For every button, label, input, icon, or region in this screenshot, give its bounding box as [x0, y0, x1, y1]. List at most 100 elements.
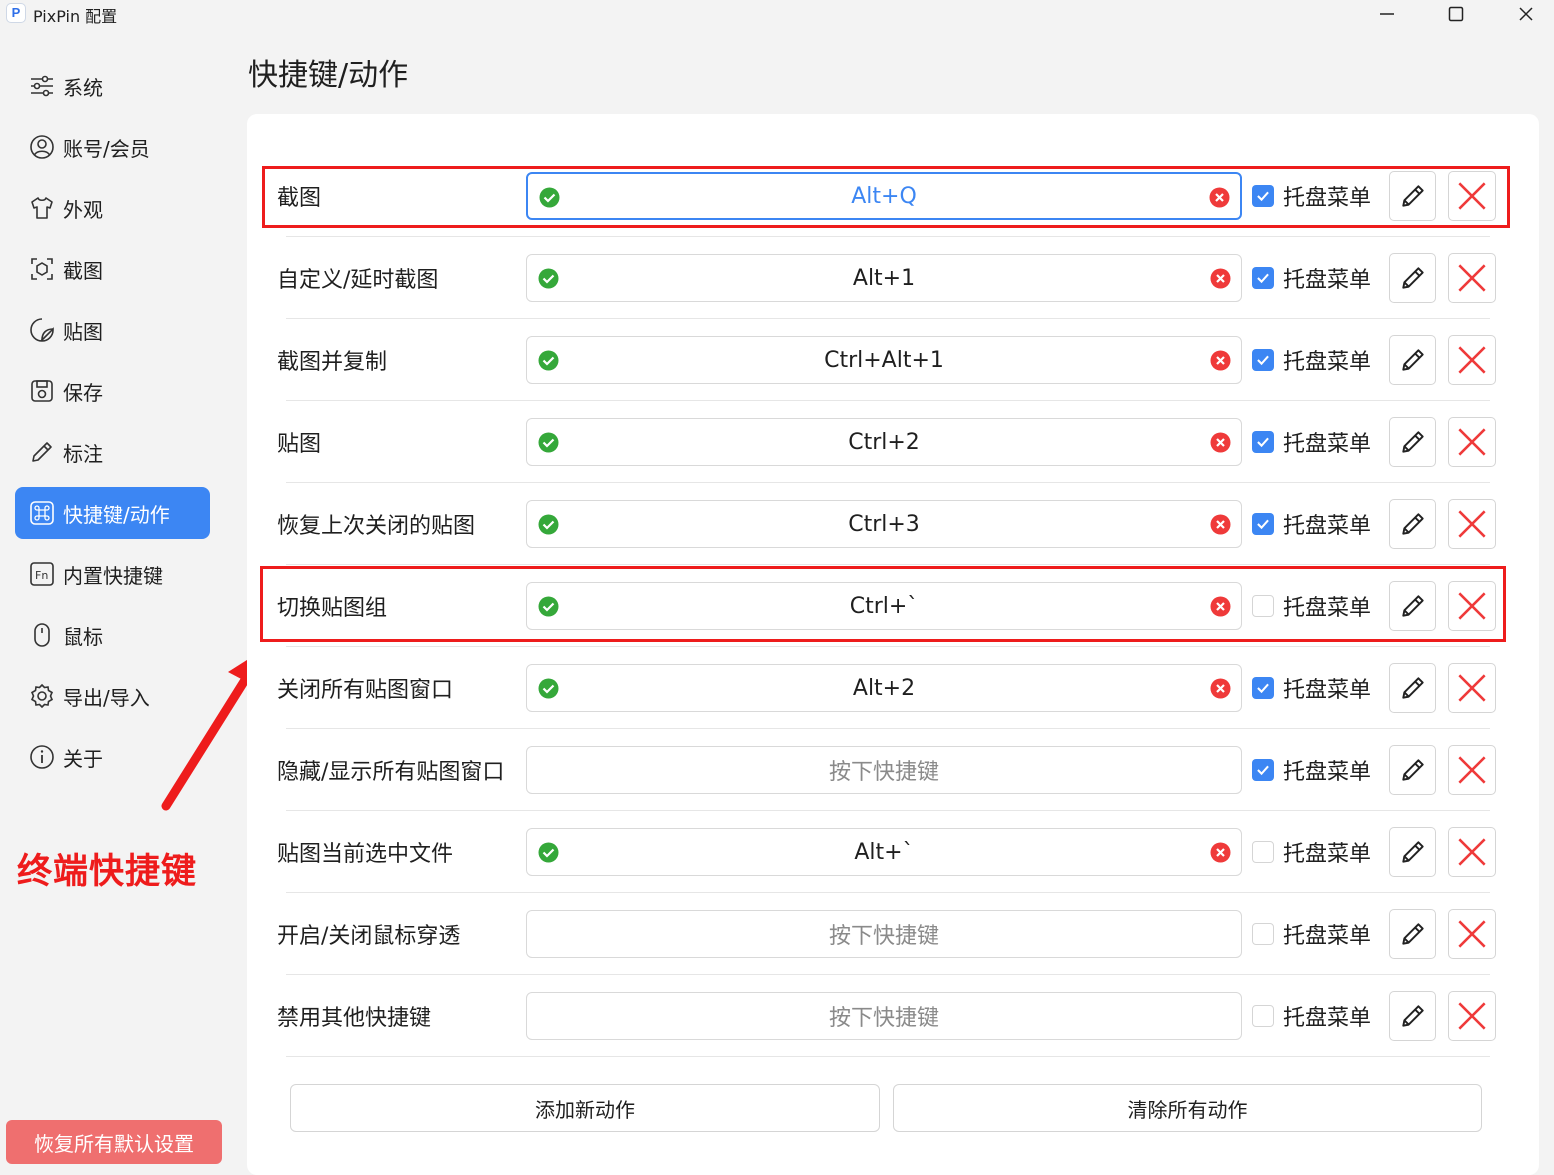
hotkey-input[interactable]: Alt+2	[526, 664, 1242, 712]
clear-hotkey-icon[interactable]	[1210, 596, 1231, 617]
clear-hotkey-icon[interactable]	[1210, 514, 1231, 535]
delete-action-button[interactable]	[1448, 499, 1496, 549]
clear-hotkey-icon[interactable]	[1210, 842, 1231, 863]
delete-action-button[interactable]	[1448, 253, 1496, 303]
delete-action-button[interactable]	[1448, 909, 1496, 959]
title-bar: P PixPin 配置	[0, 0, 1554, 34]
edit-action-button[interactable]	[1389, 991, 1436, 1041]
tray-menu-checkbox[interactable]: 托盘菜单	[1252, 401, 1371, 483]
sidebar-item-screenshot[interactable]: 截图	[15, 243, 210, 295]
clear-hotkey-icon[interactable]	[1210, 432, 1231, 453]
clear-hotkey-icon[interactable]	[1210, 350, 1231, 371]
sidebar-item-pin[interactable]: 贴图	[15, 304, 210, 356]
sidebar-item-export-import[interactable]: 导出/导入	[15, 670, 210, 722]
tray-menu-checkbox[interactable]: 托盘菜单	[1252, 729, 1371, 811]
delete-action-button[interactable]	[1448, 171, 1496, 221]
delete-icon	[1458, 756, 1486, 784]
minimize-button[interactable]	[1352, 0, 1422, 28]
hotkey-input[interactable]: 按下快捷键	[526, 910, 1242, 958]
checkbox[interactable]	[1252, 513, 1274, 535]
action-row: 截图并复制 Ctrl+Alt+1 托盘菜单	[262, 319, 1502, 401]
check-icon	[1257, 273, 1269, 284]
action-name: 自定义/延时截图	[277, 268, 439, 293]
checkbox[interactable]	[1252, 349, 1274, 371]
checkbox[interactable]	[1252, 267, 1274, 289]
sidebar-item-appearance[interactable]: 外观	[15, 182, 210, 234]
tray-menu-checkbox[interactable]: 托盘菜单	[1252, 975, 1371, 1057]
hotkey-input[interactable]: Alt+1	[526, 254, 1242, 302]
checkbox[interactable]	[1252, 431, 1274, 453]
tray-menu-checkbox[interactable]: 托盘菜单	[1252, 647, 1371, 729]
action-row: 自定义/延时截图 Alt+1 托盘菜单	[262, 237, 1502, 319]
sidebar-item-save[interactable]: 保存	[15, 365, 210, 417]
valid-check-icon	[538, 268, 559, 289]
save-icon	[31, 380, 53, 402]
delete-action-button[interactable]	[1448, 745, 1496, 795]
user-circle-icon	[30, 135, 54, 159]
tray-menu-checkbox[interactable]: 托盘菜单	[1252, 237, 1371, 319]
tray-menu-checkbox[interactable]: 托盘菜单	[1252, 893, 1371, 975]
delete-action-button[interactable]	[1448, 663, 1496, 713]
delete-icon	[1458, 674, 1486, 702]
tray-menu-checkbox[interactable]: 托盘菜单	[1252, 565, 1371, 647]
sidebar-item-hotkeys[interactable]: 快捷键/动作	[15, 487, 210, 539]
hotkey-input[interactable]: Ctrl+3	[526, 500, 1242, 548]
edit-action-button[interactable]	[1389, 581, 1436, 631]
clear-hotkey-icon[interactable]	[1210, 678, 1231, 699]
sidebar-item-label: 标注	[63, 441, 103, 466]
delete-action-button[interactable]	[1448, 581, 1496, 631]
delete-action-button[interactable]	[1448, 335, 1496, 385]
checkbox[interactable]	[1252, 677, 1274, 699]
hotkey-input[interactable]: Alt+`	[526, 828, 1242, 876]
clear-hotkey-icon[interactable]	[1210, 268, 1231, 289]
checkbox[interactable]	[1252, 923, 1274, 945]
tray-menu-checkbox[interactable]: 托盘菜单	[1252, 811, 1371, 893]
tray-menu-checkbox[interactable]: 托盘菜单	[1252, 155, 1371, 237]
sidebar-item-about[interactable]: 关于	[15, 731, 210, 783]
edit-action-button[interactable]	[1389, 745, 1436, 795]
sidebar-item-annotate[interactable]: 标注	[15, 426, 210, 478]
edit-action-button[interactable]	[1389, 417, 1436, 467]
action-name: 贴图当前选中文件	[277, 842, 454, 867]
hotkey-value: Alt+2	[852, 675, 916, 701]
tray-menu-label: 托盘菜单	[1283, 432, 1372, 457]
hotkey-input[interactable]: 按下快捷键	[526, 746, 1242, 794]
sidebar-item-builtin-hotkeys[interactable]: Fn 内置快捷键	[15, 548, 210, 600]
sidebar-item-account[interactable]: 账号/会员	[15, 121, 210, 173]
checkbox[interactable]	[1252, 595, 1274, 617]
hotkey-input[interactable]: 按下快捷键	[526, 992, 1242, 1040]
tray-menu-checkbox[interactable]: 托盘菜单	[1252, 483, 1371, 565]
edit-action-button[interactable]	[1389, 335, 1436, 385]
tray-menu-checkbox[interactable]: 托盘菜单	[1252, 319, 1371, 401]
add-action-button[interactable]: 添加新动作	[290, 1084, 880, 1132]
edit-action-button[interactable]	[1389, 499, 1436, 549]
sliders-icon	[31, 75, 53, 97]
sidebar-item-mouse[interactable]: 鼠标	[15, 609, 210, 661]
checkbox[interactable]	[1252, 1005, 1274, 1027]
checkbox[interactable]	[1252, 841, 1274, 863]
delete-action-button[interactable]	[1448, 991, 1496, 1041]
edit-action-button[interactable]	[1389, 827, 1436, 877]
hotkey-input[interactable]: Alt+Q	[526, 172, 1242, 220]
edit-action-button[interactable]	[1389, 253, 1436, 303]
sidebar-item-system[interactable]: 系统	[15, 60, 210, 112]
sticker-icon	[30, 318, 54, 342]
hotkey-input[interactable]: Ctrl+Alt+1	[526, 336, 1242, 384]
edit-action-button[interactable]	[1389, 663, 1436, 713]
edit-action-button[interactable]	[1389, 909, 1436, 959]
hotkey-input[interactable]: Ctrl+`	[526, 582, 1242, 630]
close-window-button[interactable]	[1491, 0, 1554, 28]
delete-action-button[interactable]	[1448, 417, 1496, 467]
delete-action-button[interactable]	[1448, 827, 1496, 877]
hotkey-input[interactable]: Ctrl+2	[526, 418, 1242, 466]
shirt-icon	[31, 197, 53, 219]
clear-actions-button[interactable]: 清除所有动作	[893, 1084, 1482, 1132]
maximize-button[interactable]	[1421, 0, 1491, 28]
checkbox[interactable]	[1252, 185, 1274, 207]
action-row: 开启/关闭鼠标穿透 按下快捷键 托盘菜单	[262, 893, 1502, 975]
svg-text:Fn: Fn	[35, 569, 48, 582]
clear-hotkey-icon[interactable]	[1209, 187, 1230, 208]
edit-action-button[interactable]	[1389, 171, 1436, 221]
checkbox[interactable]	[1252, 759, 1274, 781]
restore-defaults-button[interactable]: 恢复所有默认设置	[6, 1120, 222, 1164]
